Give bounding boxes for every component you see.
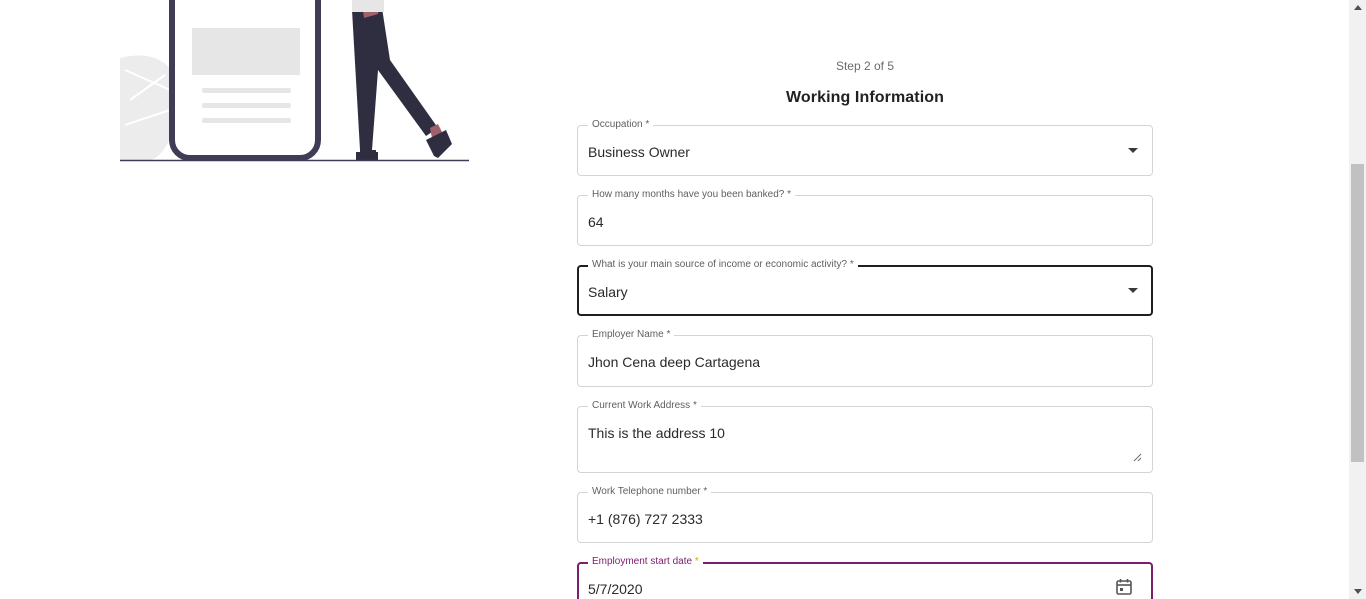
form-title: Working Information [785, 89, 945, 106]
resize-handle-icon[interactable] [1133, 453, 1142, 462]
start-date-value: 5/7/2020 [588, 581, 643, 597]
income-source-select[interactable]: What is your main source of income or ec… [577, 259, 1153, 316]
page: Step 2 of 5 Working Information Occupati… [0, 0, 1366, 599]
chevron-down-icon[interactable] [1128, 148, 1138, 153]
work-address-label: Current Work Address * [588, 400, 701, 412]
months-banked-input[interactable]: How many months have you been banked? * … [577, 189, 1153, 246]
months-banked-value: 64 [588, 214, 604, 230]
employer-name-label: Employer Name * [588, 329, 675, 341]
income-source-label: What is your main source of income or ec… [588, 259, 858, 271]
phone-person-illustration [120, 0, 469, 162]
employer-name-value: Jhon Cena deep Cartagena [588, 354, 761, 370]
scroll-up-arrow-icon[interactable] [1354, 5, 1362, 10]
step-indicator: Step 2 of 5 [835, 59, 895, 73]
start-date-input[interactable]: Employment start date * 5/7/2020 [577, 556, 1153, 599]
phone-shape [169, 0, 321, 161]
person-legs [352, 8, 438, 150]
occupation-value: Business Owner [588, 144, 690, 160]
start-date-label-text: Employment start date [592, 556, 693, 567]
chevron-down-icon[interactable] [1128, 288, 1138, 293]
work-phone-label: Work Telephone number * [588, 486, 712, 498]
vertical-scrollbar[interactable] [1349, 0, 1366, 599]
work-address-value: This is the address 10 [588, 425, 725, 441]
work-phone-input[interactable]: Work Telephone number * +1 (876) 727 233… [577, 486, 1153, 543]
employer-name-input[interactable]: Employer Name * Jhon Cena deep Cartagena [577, 329, 1153, 387]
scrollbar-thumb[interactable] [1351, 164, 1364, 462]
occupation-select[interactable]: Occupation * Business Owner [577, 119, 1153, 176]
start-date-label: Employment start date * [588, 556, 703, 568]
required-mark: * [694, 556, 699, 567]
occupation-label: Occupation * [588, 119, 654, 131]
income-source-value: Salary [588, 284, 628, 300]
scroll-down-arrow-icon[interactable] [1354, 589, 1362, 594]
work-phone-value: +1 (876) 727 2333 [588, 511, 703, 527]
work-address-textarea[interactable]: Current Work Address * This is the addre… [577, 400, 1153, 473]
months-banked-label: How many months have you been banked? * [588, 189, 796, 201]
calendar-icon[interactable] [1115, 578, 1133, 596]
